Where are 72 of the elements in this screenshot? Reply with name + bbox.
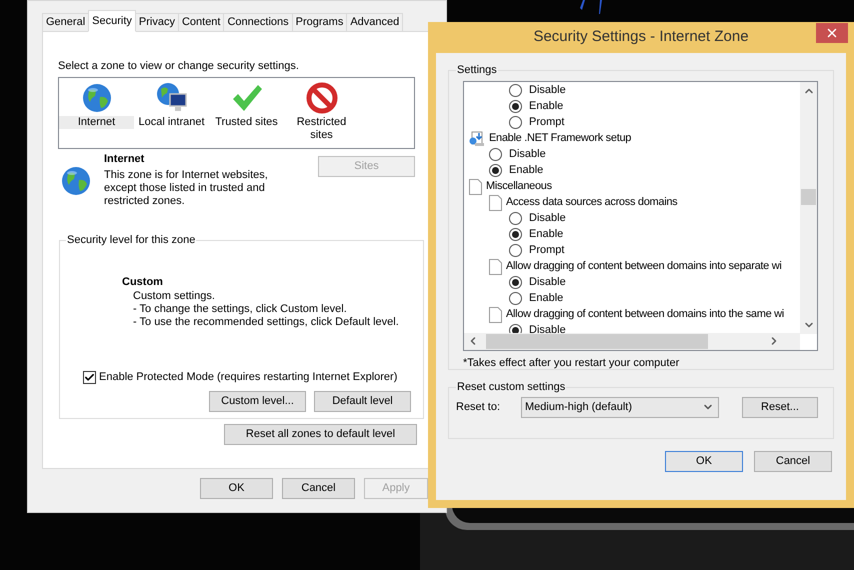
dialog-button[interactable]: OK	[665, 451, 743, 472]
radio-button[interactable]	[509, 292, 522, 305]
document-icon	[489, 194, 502, 210]
radio-button[interactable]	[509, 276, 522, 289]
option-label: Prompt	[529, 243, 564, 258]
level-description: Custom settings.	[133, 290, 216, 303]
option-label: Enable	[509, 163, 544, 178]
footnote: *Takes effect after you restart your computer	[463, 356, 680, 370]
option-label: Disable	[529, 275, 566, 290]
vertical-scrollbar[interactable]	[800, 82, 817, 334]
dialog-button[interactable]: OK	[200, 478, 273, 499]
zone-description: This zone is for Internet websites, except those listed in trusted and restricted zones.	[104, 169, 269, 208]
setting-label: Miscellaneous	[486, 179, 552, 194]
radio-button[interactable]	[509, 84, 522, 97]
group-title: Settings	[456, 63, 498, 78]
option-label: Enable	[529, 99, 564, 114]
option-label: Prompt	[529, 115, 564, 130]
option-label: Disable	[529, 323, 566, 334]
setting-label: Access data sources across domains	[506, 195, 678, 210]
reset-button[interactable]: Reset...	[742, 396, 818, 418]
option-label: Enable	[529, 227, 564, 242]
radio-button[interactable]	[489, 164, 502, 177]
dialog-button[interactable]: Cancel	[282, 478, 355, 499]
instruction-text: Select a zone to view or change security settings.	[58, 59, 300, 74]
radio-button[interactable]	[509, 212, 522, 225]
setting-label: Enable .NET Framework setup	[489, 131, 632, 146]
close-button[interactable]	[816, 23, 848, 43]
scroll-thumb[interactable]	[486, 334, 708, 348]
option-label: Disable	[529, 211, 566, 226]
close-icon	[825, 26, 839, 40]
zone-item[interactable]: Local intranet	[134, 82, 209, 128]
document-icon	[489, 258, 502, 274]
option-label: Disable	[509, 147, 546, 162]
level-name: Custom	[121, 274, 164, 290]
tab[interactable]: Security	[88, 10, 136, 32]
radio-button[interactable]	[509, 228, 522, 241]
zone-item[interactable]: Trusted sites	[209, 82, 284, 128]
tab[interactable]: Advanced	[346, 13, 404, 32]
zone-item[interactable]: Restricted sites	[284, 82, 359, 142]
globe-icon	[60, 164, 92, 196]
reset-level-dropdown[interactable]: Medium-high (default)	[521, 396, 719, 418]
checkbox[interactable]	[83, 370, 96, 384]
setting-label: Allow dragging of content between domains into the same wi	[506, 307, 784, 322]
document-icon	[489, 306, 502, 322]
installer-icon	[469, 130, 485, 146]
dialog-button[interactable]: Cancel	[754, 451, 832, 472]
radio-button[interactable]	[509, 244, 522, 257]
checkbox-label: Enable Protected Mode (requires restarting Internet Explorer)	[99, 370, 398, 385]
level-description: - To change the settings, click Custom level.	[133, 303, 348, 316]
horizontal-scrollbar[interactable]	[464, 332, 800, 350]
zone-title: Internet	[104, 152, 146, 166]
group-title: Reset custom settings	[456, 380, 566, 395]
option-label: Disable	[529, 83, 566, 98]
globe-icon	[80, 82, 112, 114]
option-label: Enable	[529, 291, 564, 306]
radio-button[interactable]	[509, 100, 522, 113]
level-button[interactable]: Custom level...	[209, 390, 306, 412]
setting-label: Allow dragging of content between domains into separate wi	[506, 259, 782, 274]
level-description: - To use the recommended settings, click Default level.	[133, 316, 400, 329]
radio-button[interactable]	[509, 116, 522, 129]
zone-item[interactable]: Internet	[59, 82, 134, 128]
level-button[interactable]: Default level	[314, 390, 411, 412]
group-title: Security level for this zone	[66, 233, 196, 248]
window-title: Security Settings - Internet Zone	[532, 27, 750, 48]
tab[interactable]: General	[42, 13, 90, 32]
radio-button[interactable]	[489, 148, 502, 161]
document-icon	[469, 178, 482, 194]
scroll-thumb[interactable]	[801, 188, 816, 204]
globe-monitor-icon	[156, 82, 188, 114]
reset-to-label: Reset to:	[456, 400, 502, 415]
reset-all-button[interactable]: Reset all zones to default level	[224, 424, 417, 444]
no-entry-icon	[306, 82, 338, 114]
